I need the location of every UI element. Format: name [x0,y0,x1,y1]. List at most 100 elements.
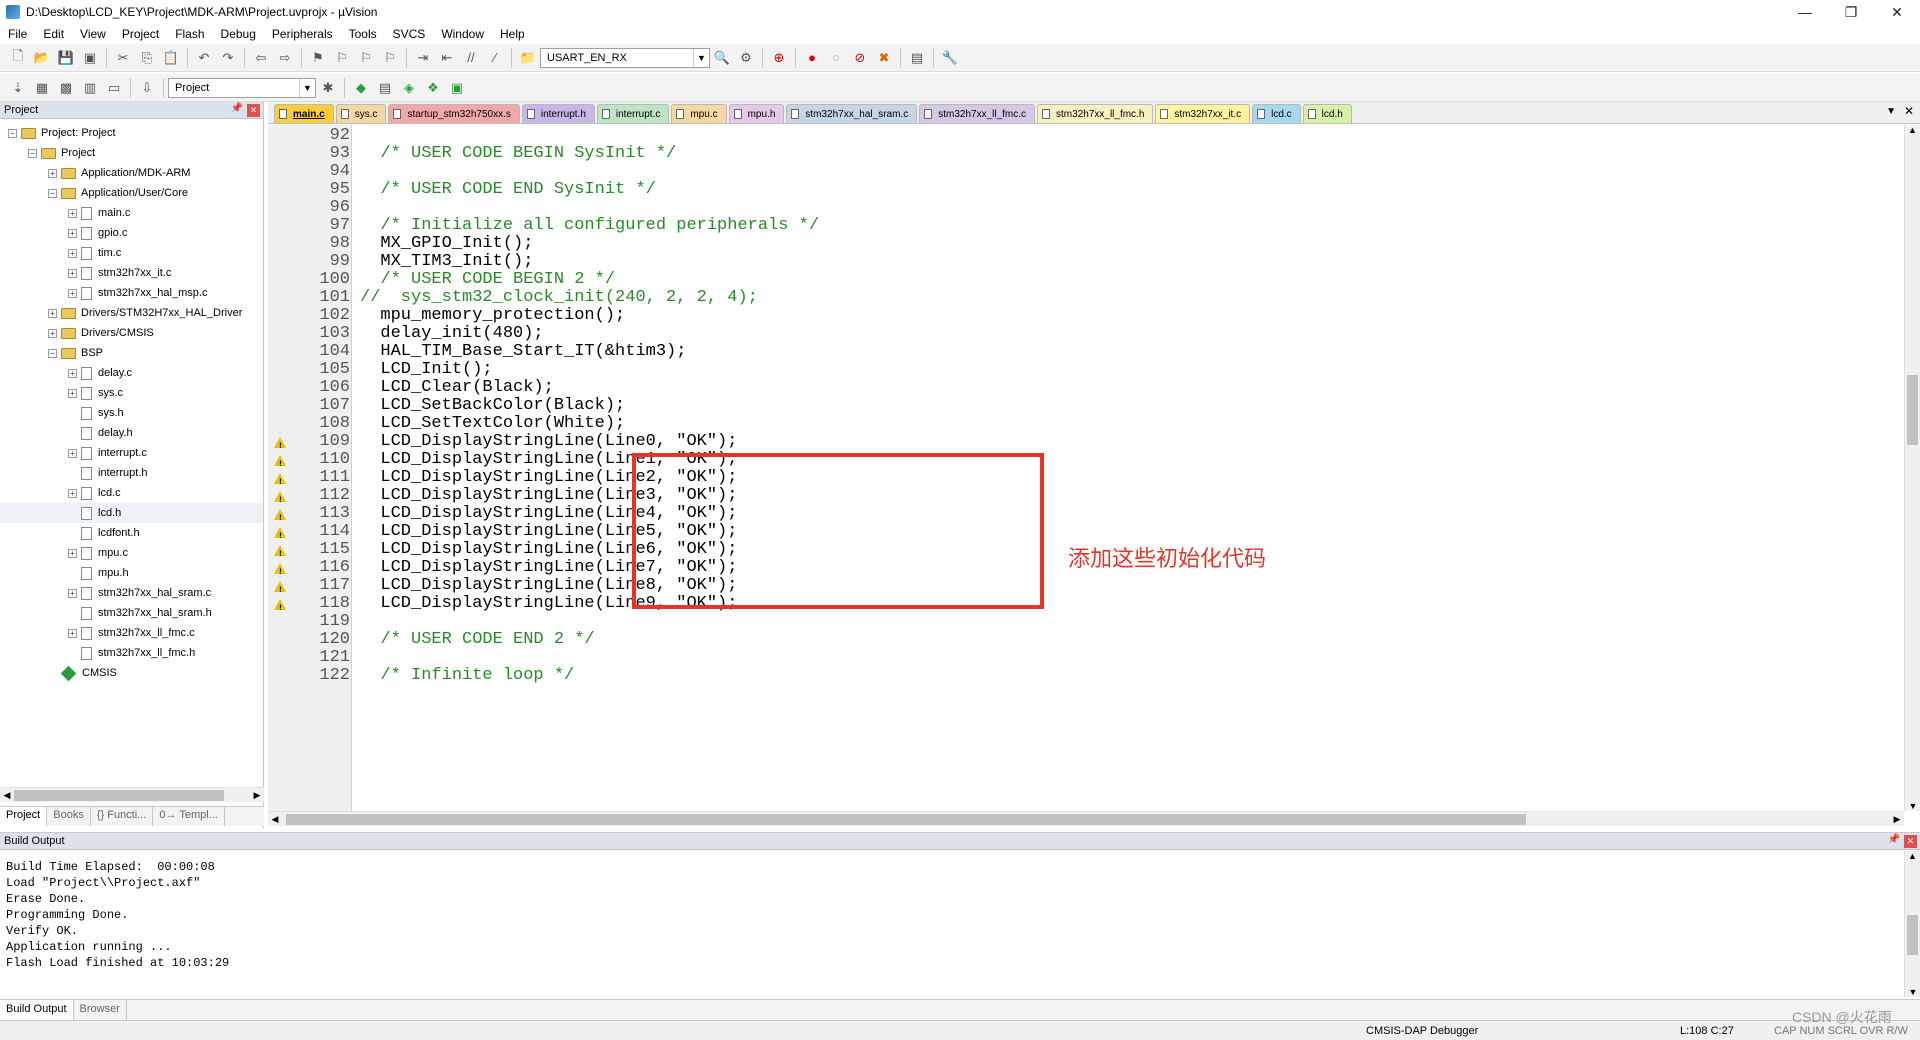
breakpoint-disable-icon[interactable]: ⊘ [849,47,871,69]
expand-icon[interactable]: + [68,268,77,278]
warning-icon[interactable] [274,599,286,618]
save-icon[interactable]: 💾 [55,47,77,69]
code-line[interactable]: 92 [268,127,1900,145]
code-line[interactable]: 112 LCD_DisplayStringLine(Line3, "OK"); [268,487,1900,510]
menu-peripherals[interactable]: Peripherals [264,24,341,44]
close-panel-icon[interactable]: ✕ [1904,835,1917,848]
bookmark-icon[interactable]: ⚑ [307,47,329,69]
code-line[interactable]: 108 LCD_SetTextColor(White); [268,415,1900,433]
file-tab[interactable]: mpu.c [671,104,727,123]
file-tab[interactable]: stm32h7xx_it.c [1155,104,1251,123]
nav-back-icon[interactable]: ⇦ [250,47,272,69]
tree-item[interactable]: + main.c [0,203,263,223]
code-line[interactable]: 120 /* USER CODE END 2 */ [268,631,1900,649]
pin-icon[interactable]: 📌 [231,103,243,114]
menu-view[interactable]: View [72,24,114,44]
tree-item[interactable]: + delay.c [0,363,263,383]
code-line[interactable]: 117 LCD_DisplayStringLine(Line8, "OK"); [268,577,1900,600]
expand-icon[interactable]: + [68,588,77,598]
code-line[interactable]: 104 HAL_TIM_Base_Start_IT(&htim3); [268,343,1900,361]
nav-forward-icon[interactable]: ⇨ [274,47,296,69]
code-line[interactable]: 97 /* Initialize all configured peripher… [268,217,1900,235]
tree-item[interactable]: + interrupt.c [0,443,263,463]
rebuild-icon[interactable]: ▩ [55,77,77,99]
tree-item[interactable]: stm32h7xx_hal_sram.h [0,603,263,623]
tab-books[interactable]: Books [47,807,91,826]
code-line[interactable]: 105 LCD_Init(); [268,361,1900,379]
next-bookmark-icon[interactable]: ⚐ [355,47,377,69]
tree-item[interactable]: delay.h [0,423,263,443]
code-line[interactable]: 96 [268,199,1900,217]
scroll-down-icon[interactable]: ▼ [1905,801,1920,811]
code-line[interactable]: 101 // sys_stm32_clock_init(240, 2, 2, 4)… [268,289,1900,307]
batch-build-icon[interactable]: ▥ [79,77,101,99]
code-line[interactable]: 98 MX_GPIO_Init(); [268,235,1900,253]
expand-icon[interactable]: + [68,548,77,558]
tab-project[interactable]: Project [0,807,48,826]
tree-item[interactable]: lcd.h [0,503,263,523]
file-tab[interactable]: interrupt.c [596,104,670,123]
maximize-button[interactable]: ❐ [1828,0,1874,24]
tree-item[interactable]: lcdfont.h [0,523,263,543]
code-line[interactable]: 107 LCD_SetBackColor(Black); [268,397,1900,415]
warning-icon[interactable] [274,437,286,456]
tab-functions[interactable]: {} Functi... [91,807,154,826]
incremental-find-icon[interactable]: ⚙ [735,47,757,69]
warning-icon[interactable] [274,545,286,564]
indent-icon[interactable]: ⇥ [412,47,434,69]
configure-icon[interactable]: 🔧 [939,47,961,69]
menu-debug[interactable]: Debug [213,24,264,44]
warning-icon[interactable] [274,581,286,600]
tree-item[interactable]: CMSIS [0,663,263,683]
code-line[interactable]: 113 LCD_DisplayStringLine(Line4, "OK"); [268,505,1900,528]
code-line[interactable]: 99 MX_TIM3_Init(); [268,253,1900,271]
tree-item[interactable]: + stm32h7xx_hal_msp.c [0,283,263,303]
warning-icon[interactable] [274,563,286,582]
warning-icon[interactable] [274,509,286,528]
file-tab[interactable]: lcd.h [1302,104,1352,123]
tree-item[interactable]: + sys.c [0,383,263,403]
comment-icon[interactable]: // [460,47,482,69]
file-tab[interactable]: stm32h7xx_ll_fmc.h [1037,104,1154,123]
tree-item[interactable]: + tim.c [0,243,263,263]
tree-item[interactable]: − Application/User/Core [0,183,263,203]
tree-item[interactable]: − BSP [0,343,263,363]
scrollbar-thumb[interactable] [1907,915,1918,955]
tree-item[interactable]: + stm32h7xx_hal_sram.c [0,583,263,603]
close-button[interactable]: ✕ [1874,0,1920,24]
find-icon[interactable]: 🔍 [711,47,733,69]
scrollbar-thumb[interactable] [14,789,224,801]
target-options-icon[interactable]: ✱ [317,77,339,99]
tree-item[interactable]: + stm32h7xx_it.c [0,263,263,283]
cut-icon[interactable]: ✂ [112,47,134,69]
minimize-button[interactable]: — [1782,0,1828,24]
tree-item[interactable]: mpu.h [0,563,263,583]
tab-browser[interactable]: Browser [74,1000,127,1021]
unindent-icon[interactable]: ⇤ [436,47,458,69]
close-panel-icon[interactable]: ✕ [247,104,260,117]
prev-bookmark-icon[interactable]: ⚐ [331,47,353,69]
tree-item[interactable]: + Drivers/STM32H7xx_HAL_Driver [0,303,263,323]
scrollbar-thumb[interactable] [1907,375,1918,445]
select-packs-icon[interactable]: ◈ [398,77,420,99]
code-line[interactable]: 103 delay_init(480); [268,325,1900,343]
scroll-up-icon[interactable]: ▲ [1905,851,1920,861]
scroll-right-icon[interactable]: ▶ [1890,814,1904,825]
tab-list-dropdown-icon[interactable]: ▼ [1886,106,1896,117]
build-vertical-scrollbar[interactable]: ▲ ▼ [1904,851,1920,997]
expand-icon[interactable]: + [68,628,77,638]
editor-horizontal-scrollbar[interactable]: ◀ ▶ [268,811,1904,826]
scroll-left-icon[interactable]: ◀ [0,790,14,801]
code-line[interactable]: 122 /* Infinite loop */ [268,667,1900,685]
expand-icon[interactable]: + [68,248,77,258]
pin-icon[interactable]: 📌 [1888,834,1900,845]
menu-window[interactable]: Window [433,24,492,44]
window-layout-icon[interactable]: ▤ [906,47,928,69]
file-tab[interactable]: lcd.c [1252,104,1301,123]
collapse-icon[interactable]: − [48,348,57,358]
manage-components-icon[interactable]: ◆ [350,77,372,99]
tree-item[interactable]: stm32h7xx_ll_fmc.h [0,643,263,663]
open-file-icon[interactable]: 📂 [31,47,53,69]
expand-icon[interactable]: + [68,448,77,458]
paste-icon[interactable]: 📋 [160,47,182,69]
